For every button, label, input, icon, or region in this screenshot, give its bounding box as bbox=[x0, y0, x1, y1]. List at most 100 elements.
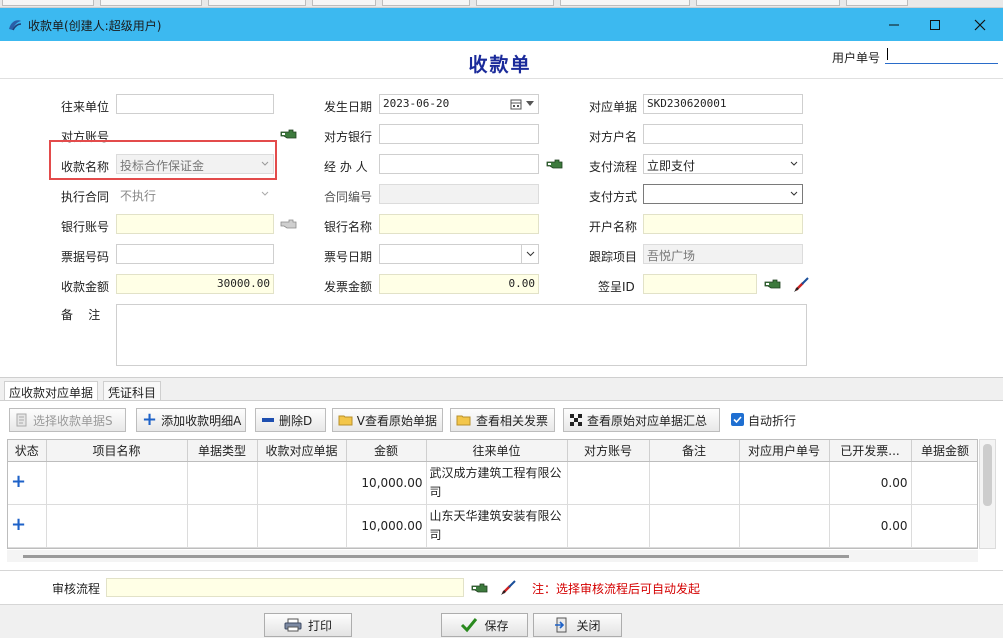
add-detail-button[interactable]: + 添加收款明细A bbox=[136, 408, 246, 432]
table-cell[interactable] bbox=[257, 504, 347, 548]
chevron-down-icon bbox=[526, 251, 535, 257]
pointing-hand-icon[interactable] bbox=[471, 581, 489, 595]
select-receipt-button[interactable]: 选择收款单据S bbox=[9, 408, 126, 432]
column-header[interactable]: 单据类型 bbox=[187, 440, 258, 462]
column-header[interactable]: 备注 bbox=[649, 440, 740, 462]
table-cell[interactable] bbox=[649, 461, 740, 505]
invoice-amount-input[interactable]: 0.00 bbox=[379, 274, 539, 294]
view-summary-button[interactable]: 查看原始对应单据汇总 bbox=[563, 408, 720, 432]
open-name-input[interactable] bbox=[643, 214, 803, 234]
table-cell[interactable] bbox=[649, 504, 740, 548]
handler-input[interactable] bbox=[379, 154, 539, 174]
calendar-icon[interactable] bbox=[510, 98, 522, 110]
sign-id-input[interactable] bbox=[643, 274, 757, 294]
bank-name-input[interactable] bbox=[379, 214, 539, 234]
table-cell[interactable] bbox=[739, 461, 830, 505]
print-label: 打印 bbox=[307, 618, 332, 633]
save-button[interactable]: 保存 bbox=[441, 613, 528, 637]
column-header[interactable]: 对应用户单号 bbox=[739, 440, 830, 462]
invoiced-cell[interactable]: 0.00 bbox=[829, 504, 912, 548]
maximize-button[interactable] bbox=[915, 12, 955, 38]
close-window-button[interactable] bbox=[960, 12, 1000, 38]
their-name-input[interactable] bbox=[643, 124, 803, 144]
close-label: 关闭 bbox=[576, 618, 601, 633]
minimize-button[interactable] bbox=[874, 12, 914, 38]
scroll-thumb[interactable] bbox=[23, 555, 849, 558]
amount-cell[interactable]: 10,000.00 bbox=[346, 504, 427, 548]
table-row[interactable]: + 10,000.00 武汉成方建筑工程有限公司 0.00 bbox=[8, 461, 977, 505]
delete-label: 删除D bbox=[279, 413, 313, 428]
unit-cell[interactable]: 武汉成方建筑工程有限公司 bbox=[426, 461, 568, 505]
pointing-hand-icon[interactable] bbox=[280, 127, 298, 141]
detail-grid: 状态 项目名称 单据类型 收款对应单据 金额 往来单位 对方账号 备注 对应用户… bbox=[7, 439, 978, 549]
expand-plus-icon[interactable]: + bbox=[11, 514, 26, 535]
column-header[interactable]: 金额 bbox=[346, 440, 427, 462]
status-cell[interactable]: + bbox=[8, 504, 47, 548]
bill-no-input[interactable] bbox=[116, 244, 274, 264]
table-cell[interactable] bbox=[46, 461, 188, 505]
table-cell[interactable] bbox=[739, 504, 830, 548]
column-header[interactable]: 对方账号 bbox=[567, 440, 650, 462]
view-original-label: V查看原始单据 bbox=[356, 413, 437, 428]
view-invoice-button[interactable]: 查看相关发票 bbox=[450, 408, 555, 432]
auto-discount-checkbox[interactable] bbox=[731, 413, 744, 426]
table-cell[interactable] bbox=[46, 504, 188, 548]
remarks-textarea[interactable] bbox=[116, 304, 807, 366]
column-header[interactable]: 收款对应单据 bbox=[257, 440, 347, 462]
tab-receivable-docs[interactable]: 应收款对应单据 bbox=[4, 381, 99, 402]
chevron-down-icon bbox=[261, 191, 269, 196]
horizontal-scrollbar[interactable] bbox=[7, 550, 978, 562]
column-header[interactable]: 单据金额 bbox=[911, 440, 977, 462]
date-picker[interactable]: 2023-06-20 bbox=[379, 94, 539, 114]
print-button[interactable]: 打印 bbox=[264, 613, 352, 637]
ref-doc-input[interactable]: SKD230620001 bbox=[643, 94, 803, 114]
pointing-hand-icon[interactable] bbox=[546, 157, 564, 171]
contract-no-input bbox=[379, 184, 539, 204]
chevron-down-icon bbox=[790, 191, 798, 196]
column-header[interactable]: 状态 bbox=[8, 440, 47, 462]
table-cell[interactable] bbox=[911, 504, 977, 548]
table-cell[interactable] bbox=[187, 461, 258, 505]
bill-no-label: 票据号码 bbox=[61, 250, 110, 264]
clear-brush-icon[interactable] bbox=[500, 578, 518, 596]
view-invoice-label: 查看相关发票 bbox=[476, 413, 549, 428]
delete-button[interactable]: 删除D bbox=[255, 408, 326, 432]
remarks-label: 备 注 bbox=[61, 308, 101, 322]
tab-voucher-subjects[interactable]: 凭证科目 bbox=[103, 381, 162, 401]
vertical-scrollbar[interactable] bbox=[979, 439, 996, 549]
track-item-input: 吾悦广场 bbox=[643, 244, 803, 264]
invoiced-cell[interactable]: 0.00 bbox=[829, 461, 912, 505]
column-header[interactable]: 已开发票... bbox=[829, 440, 912, 462]
table-cell[interactable] bbox=[257, 461, 347, 505]
their-bank-input[interactable] bbox=[379, 124, 539, 144]
clear-brush-icon[interactable] bbox=[793, 275, 811, 293]
counterparty-input[interactable] bbox=[116, 94, 274, 114]
table-cell[interactable] bbox=[567, 461, 650, 505]
amount-input[interactable]: 30000.00 bbox=[116, 274, 274, 294]
audit-flow-input[interactable] bbox=[106, 578, 464, 597]
column-header[interactable]: 项目名称 bbox=[46, 440, 188, 462]
expand-plus-icon[interactable]: + bbox=[11, 471, 26, 492]
user-no-input[interactable] bbox=[885, 45, 998, 64]
bank-name-label: 银行名称 bbox=[324, 220, 373, 234]
unit-cell[interactable]: 山东天华建筑安装有限公司 bbox=[426, 504, 568, 548]
close-button[interactable]: 关闭 bbox=[533, 613, 622, 637]
amount-cell[interactable]: 10,000.00 bbox=[346, 461, 427, 505]
scroll-thumb[interactable] bbox=[983, 444, 992, 506]
contract-select[interactable]: 不执行 bbox=[116, 184, 274, 204]
table-cell[interactable] bbox=[911, 461, 977, 505]
bill-date-picker[interactable] bbox=[379, 244, 539, 264]
pay-flow-select[interactable]: 立即支付 bbox=[643, 154, 803, 174]
chevron-down-icon[interactable] bbox=[526, 101, 534, 107]
bank-account-input[interactable] bbox=[116, 214, 274, 234]
view-original-button[interactable]: V查看原始单据 bbox=[332, 408, 443, 432]
pay-method-select[interactable] bbox=[643, 184, 803, 204]
table-cell[interactable] bbox=[187, 504, 258, 548]
column-header[interactable]: 往来单位 bbox=[426, 440, 568, 462]
table-cell[interactable] bbox=[567, 504, 650, 548]
table-row[interactable]: + 10,000.00 山东天华建筑安装有限公司 0.00 bbox=[8, 504, 977, 548]
pointing-hand-icon[interactable] bbox=[764, 277, 782, 291]
bill-date-dropdown[interactable] bbox=[521, 245, 538, 263]
status-cell[interactable]: + bbox=[8, 461, 47, 505]
save-label: 保存 bbox=[484, 618, 509, 633]
